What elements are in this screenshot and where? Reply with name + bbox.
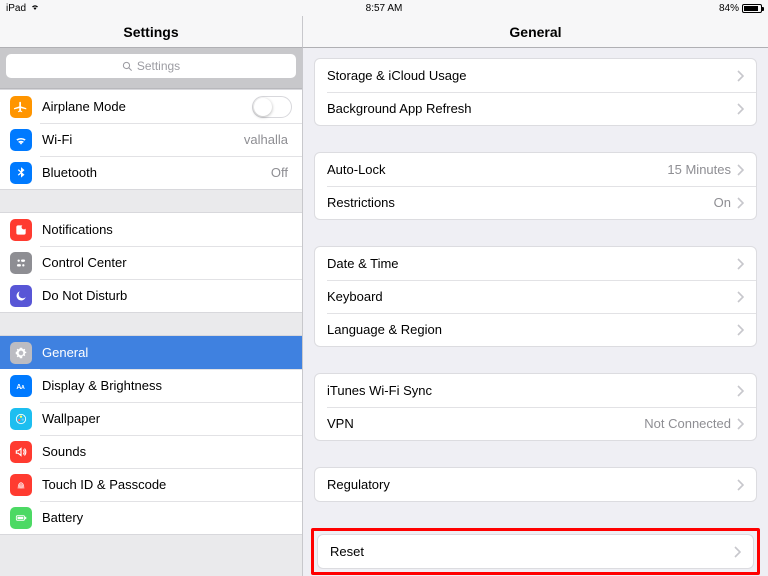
detail-row-storage-icloud-usage[interactable]: Storage & iCloud Usage: [315, 59, 756, 92]
clock: 8:57 AM: [366, 3, 403, 14]
detail-row-label: Keyboard: [327, 289, 737, 304]
sidebar-item-label: Wi-Fi: [42, 132, 244, 147]
sidebar-item-label: Display & Brightness: [42, 378, 292, 393]
dnd-icon: [10, 285, 32, 307]
sidebar-item-general[interactable]: General: [0, 336, 302, 369]
sidebar-item-label: General: [42, 345, 292, 360]
chevron-right-icon: [737, 164, 744, 176]
sidebar: Settings Airplane ModeWi-FivalhallaBluet…: [0, 48, 303, 576]
bluetooth-icon: [10, 162, 32, 184]
detail-row-label: Restrictions: [327, 195, 714, 210]
sidebar-item-label: Notifications: [42, 222, 292, 237]
touchid-icon: [10, 474, 32, 496]
sounds-icon: [10, 441, 32, 463]
detail-row-label: Auto-Lock: [327, 162, 667, 177]
search-placeholder: Settings: [137, 59, 180, 73]
detail-pane: Storage & iCloud Usage Background App Ref…: [303, 48, 768, 576]
detail-row-label: Regulatory: [327, 477, 737, 492]
wifi-status-icon: [30, 3, 40, 14]
carrier-label: iPad: [6, 3, 26, 14]
svg-text:A: A: [21, 384, 25, 390]
detail-row-regulatory[interactable]: Regulatory: [315, 468, 756, 501]
chevron-right-icon: [737, 197, 744, 209]
battery-pct: 84%: [719, 3, 739, 14]
sidebar-item-label: Wallpaper: [42, 411, 292, 426]
battery-icon: [742, 4, 762, 13]
detail-row-label: Language & Region: [327, 322, 737, 337]
sidebar-item-label: Sounds: [42, 444, 292, 459]
control-center-icon: [10, 252, 32, 274]
detail-row-reset[interactable]: Reset: [318, 535, 753, 568]
gear-icon: [10, 342, 32, 364]
sidebar-item-airplane-mode[interactable]: Airplane Mode: [0, 90, 302, 123]
detail-row-itunes-wi-fi-sync[interactable]: iTunes Wi-Fi Sync: [315, 374, 756, 407]
chevron-right-icon: [737, 385, 744, 397]
sidebar-item-value: valhalla: [244, 132, 288, 147]
search-icon: [122, 61, 133, 72]
detail-row-date-time[interactable]: Date & Time: [315, 247, 756, 280]
chevron-right-icon: [737, 258, 744, 270]
detail-row-value: Not Connected: [644, 416, 731, 431]
chevron-right-icon: [737, 70, 744, 82]
sidebar-item-bluetooth[interactable]: BluetoothOff: [0, 156, 302, 189]
detail-row-value: On: [714, 195, 731, 210]
detail-row-keyboard[interactable]: Keyboard: [315, 280, 756, 313]
detail-row-vpn[interactable]: VPNNot Connected: [315, 407, 756, 440]
chevron-right-icon: [737, 479, 744, 491]
sidebar-item-wi-fi[interactable]: Wi-Fivalhalla: [0, 123, 302, 156]
highlight-annotation: Reset: [311, 528, 760, 575]
sidebar-item-sounds[interactable]: Sounds: [0, 435, 302, 468]
detail-row-auto-lock[interactable]: Auto-Lock15 Minutes: [315, 153, 756, 186]
sidebar-item-label: Touch ID & Passcode: [42, 477, 292, 492]
battery-icon: [10, 507, 32, 529]
sidebar-item-touch-id-passcode[interactable]: Touch ID & Passcode: [0, 468, 302, 501]
toggle-airplane-mode[interactable]: [252, 96, 292, 118]
status-bar: iPad 8:57 AM 84%: [0, 0, 768, 16]
detail-title: General: [303, 16, 768, 48]
chevron-right-icon: [734, 546, 741, 558]
sidebar-item-display-brightness[interactable]: AA Display & Brightness: [0, 369, 302, 402]
chevron-right-icon: [737, 418, 744, 430]
sidebar-item-value: Off: [271, 165, 288, 180]
sidebar-item-control-center[interactable]: Control Center: [0, 246, 302, 279]
chevron-right-icon: [737, 103, 744, 115]
sidebar-item-notifications[interactable]: Notifications: [0, 213, 302, 246]
sidebar-item-battery[interactable]: Battery: [0, 501, 302, 534]
airplane-icon: [10, 96, 32, 118]
detail-row-label: iTunes Wi-Fi Sync: [327, 383, 737, 398]
detail-row-value: 15 Minutes: [667, 162, 731, 177]
sidebar-item-do-not-disturb[interactable]: Do Not Disturb: [0, 279, 302, 312]
detail-row-label: Reset: [330, 544, 734, 559]
sidebar-item-label: Battery: [42, 510, 292, 525]
display-icon: AA: [10, 375, 32, 397]
detail-row-background-app-refresh[interactable]: Background App Refresh: [315, 92, 756, 125]
detail-row-language-region[interactable]: Language & Region: [315, 313, 756, 346]
chevron-right-icon: [737, 324, 744, 336]
wifi-icon: [10, 129, 32, 151]
detail-row-label: Date & Time: [327, 256, 737, 271]
detail-row-label: Storage & iCloud Usage: [327, 68, 737, 83]
sidebar-item-label: Control Center: [42, 255, 292, 270]
detail-row-label: VPN: [327, 416, 644, 431]
notifications-icon: [10, 219, 32, 241]
wallpaper-icon: [10, 408, 32, 430]
sidebar-item-wallpaper[interactable]: Wallpaper: [0, 402, 302, 435]
search-input[interactable]: Settings: [6, 54, 296, 78]
sidebar-item-label: Airplane Mode: [42, 99, 252, 114]
sidebar-item-label: Bluetooth: [42, 165, 271, 180]
sidebar-item-label: Do Not Disturb: [42, 288, 292, 303]
detail-row-restrictions[interactable]: RestrictionsOn: [315, 186, 756, 219]
detail-row-label: Background App Refresh: [327, 101, 737, 116]
chevron-right-icon: [737, 291, 744, 303]
sidebar-title: Settings: [0, 16, 303, 48]
